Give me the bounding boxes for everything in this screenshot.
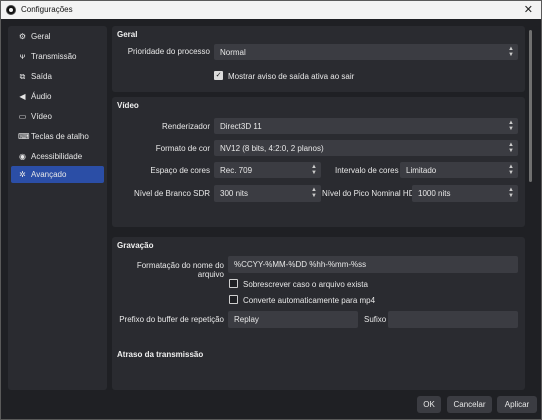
sidebar-item-advanced[interactable]: ✲ Avançado <box>11 166 104 183</box>
replay-prefix-value: Replay <box>234 315 259 324</box>
tools-icon: ✲ <box>19 170 26 179</box>
sidebar-item-video[interactable]: ▭ Vídeo <box>11 108 104 125</box>
color-format-label: Formato de cor <box>155 144 210 153</box>
filename-format-value: %CCYY-%MM-%DD %hh-%mm-%ss <box>234 260 367 269</box>
general-group: Geral Prioridade do processo Normal ▲ ▼ ✓… <box>112 26 525 92</box>
ok-button[interactable]: OK <box>417 396 441 413</box>
hdr-peak-value: 1000 nits <box>418 189 451 198</box>
sidebar-item-label: Áudio <box>31 92 52 101</box>
spin-arrows-icon[interactable]: ▲ ▼ <box>508 187 514 199</box>
sidebar-item-label: Geral <box>31 32 51 41</box>
hdr-peak-label: Nível do Pico Nominal HDR <box>322 189 421 198</box>
sidebar-item-audio[interactable]: ◀ Áudio <box>11 88 104 105</box>
sidebar-item-label: Saída <box>31 72 52 81</box>
group-title: Atraso da transmissão <box>117 350 204 359</box>
sidebar-item-label: Acessibilidade <box>31 152 83 161</box>
content-scrollbar[interactable] <box>528 26 534 390</box>
suffix-label: Sufixo <box>364 315 387 324</box>
recording-group: Gravação Formatação do nome do arquivo %… <box>112 237 525 361</box>
close-icon[interactable]: ✕ <box>524 3 533 16</box>
cancel-button[interactable]: Cancelar <box>447 396 492 413</box>
speaker-icon: ◀ <box>19 92 26 101</box>
replay-prefix-input[interactable]: Replay <box>228 311 358 328</box>
group-title: Geral <box>117 30 138 39</box>
sidebar-item-label: Vídeo <box>31 112 52 121</box>
priority-label: Prioridade do processo <box>127 47 210 56</box>
color-space-select[interactable]: Rec. 709 ▲ ▼ <box>214 162 321 178</box>
exit-warning-label: Mostrar aviso de saída ativa ao sair <box>228 72 355 81</box>
gear-icon: ⚙ <box>18 32 27 41</box>
settings-window: Configurações ✕ ⚙ Geral ᴪ Transmissão ⧉ … <box>0 0 542 420</box>
color-format-value: NV12 (8 bits, 4:2:0, 2 planos) <box>220 144 324 153</box>
apply-button[interactable]: Aplicar <box>497 396 537 413</box>
obs-logo-icon <box>6 5 16 15</box>
sidebar-item-hotkeys[interactable]: ⌨ Teclas de atalho <box>11 128 104 145</box>
checkbox-checked-icon: ✓ <box>214 71 223 80</box>
color-range-select[interactable]: Limitado ▲ ▼ <box>400 162 518 178</box>
stream-delay-group: Atraso da transmissão <box>112 346 525 390</box>
settings-content: Geral Prioridade do processo Normal ▲ ▼ ✓… <box>112 26 525 390</box>
keyboard-icon: ⌨ <box>18 132 30 141</box>
output-icon: ⧉ <box>19 72 26 81</box>
title-bar: Configurações ✕ <box>1 1 541 19</box>
overwrite-label: Sobrescrever caso o arquivo exista <box>243 280 368 289</box>
updown-arrow-icon: ▲ ▼ <box>508 120 514 132</box>
filename-format-input[interactable]: %CCYY-%MM-%DD %hh-%mm-%ss <box>228 256 518 273</box>
sidebar-item-general[interactable]: ⚙ Geral <box>11 28 104 45</box>
priority-value: Normal <box>220 48 246 57</box>
filename-format-label: Formatação do nome do arquivo <box>136 261 224 279</box>
sdr-white-label: Nível de Branco SDR <box>133 189 210 198</box>
updown-arrow-icon: ▲ ▼ <box>508 46 514 58</box>
sidebar-item-output[interactable]: ⧉ Saída <box>11 68 104 85</box>
sidebar-item-label: Transmissão <box>31 52 77 61</box>
settings-sidebar: ⚙ Geral ᴪ Transmissão ⧉ Saída ◀ Áudio ▭ … <box>8 26 107 390</box>
updown-arrow-icon: ▲ ▼ <box>311 164 317 176</box>
checkbox-unchecked-icon <box>229 295 238 304</box>
replay-prefix-label: Prefixo do buffer de repetição <box>119 315 224 324</box>
scrollbar-thumb[interactable] <box>529 30 532 182</box>
accessibility-icon: ◉ <box>19 152 26 161</box>
spin-arrows-icon[interactable]: ▲ ▼ <box>311 187 317 199</box>
renderer-select[interactable]: Direct3D 11 ▲ ▼ <box>214 118 518 134</box>
sidebar-item-label: Teclas de atalho <box>31 132 89 141</box>
color-space-value: Rec. 709 <box>220 166 253 175</box>
sdr-white-value: 300 nits <box>220 189 249 198</box>
renderer-value: Direct3D 11 <box>220 122 262 131</box>
hdr-peak-spinbox[interactable]: 1000 nits ▲ ▼ <box>412 185 518 202</box>
window-title: Configurações <box>21 5 73 14</box>
sidebar-item-stream[interactable]: ᴪ Transmissão <box>11 48 104 65</box>
sdr-white-spinbox[interactable]: 300 nits ▲ ▼ <box>214 185 321 202</box>
priority-select[interactable]: Normal ▲ ▼ <box>214 44 518 60</box>
updown-arrow-icon: ▲ ▼ <box>508 164 514 176</box>
color-range-value: Limitado <box>406 166 437 175</box>
suffix-input[interactable] <box>388 311 518 328</box>
checkbox-unchecked-icon <box>229 279 238 288</box>
group-title: Gravação <box>117 241 154 250</box>
color-space-label: Espaço de cores <box>150 166 210 175</box>
video-group: Vídeo Renderizador Direct3D 11 ▲ ▼ Format… <box>112 97 525 227</box>
group-title: Vídeo <box>117 101 139 110</box>
renderer-label: Renderizador <box>161 122 210 131</box>
color-range-label: Intervalo de cores <box>335 166 399 175</box>
monitor-icon: ▭ <box>18 112 27 121</box>
remux-label: Converte automaticamente para mp4 <box>243 296 376 305</box>
sidebar-item-label: Avançado <box>31 170 67 179</box>
color-format-select[interactable]: NV12 (8 bits, 4:2:0, 2 planos) ▲ ▼ <box>214 140 518 156</box>
updown-arrow-icon: ▲ ▼ <box>508 142 514 154</box>
antenna-icon: ᴪ <box>19 52 26 61</box>
sidebar-item-accessibility[interactable]: ◉ Acessibilidade <box>11 148 104 165</box>
